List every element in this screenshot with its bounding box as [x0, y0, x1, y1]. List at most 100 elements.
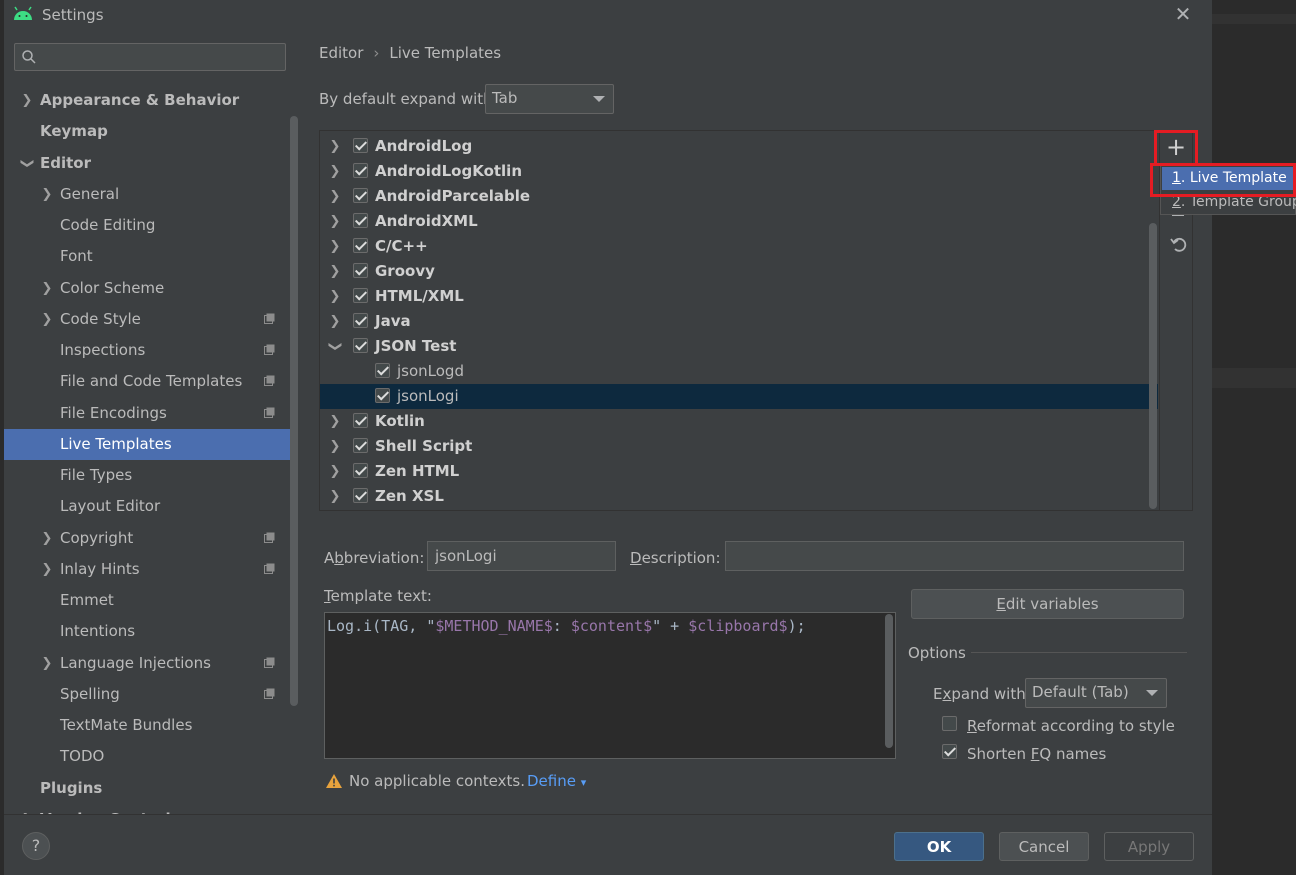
- sidebar-item-emmet[interactable]: Emmet: [4, 585, 298, 616]
- breadcrumb-parent[interactable]: Editor: [319, 44, 363, 62]
- group-checkbox[interactable]: [353, 263, 368, 278]
- chevron-right-icon[interactable]: ❯: [41, 304, 53, 335]
- template-group-zen-xsl[interactable]: ❯ Zen XSL: [320, 484, 1158, 509]
- template-group-cpp[interactable]: ❯ C/C++: [320, 234, 1158, 259]
- chevron-right-icon[interactable]: ❯: [328, 259, 342, 284]
- sidebar-scrollbar[interactable]: [290, 116, 298, 706]
- chevron-right-icon[interactable]: ❯: [328, 184, 342, 209]
- templates-scrollbar[interactable]: [1149, 223, 1157, 509]
- template-group-java[interactable]: ❯ Java: [320, 309, 1158, 334]
- template-expand-with-select[interactable]: Default (Tab): [1025, 678, 1167, 708]
- sidebar-item-plugins[interactable]: Plugins: [4, 773, 298, 804]
- chevron-right-icon[interactable]: ❯: [41, 179, 53, 210]
- template-group-zen-html[interactable]: ❯ Zen HTML: [320, 459, 1158, 484]
- group-checkbox[interactable]: [353, 188, 368, 203]
- chevron-right-icon[interactable]: ❯: [328, 284, 342, 309]
- chevron-down-icon[interactable]: ❯: [12, 158, 43, 170]
- project-scope-icon: [264, 688, 275, 699]
- chevron-right-icon[interactable]: ❯: [328, 309, 342, 334]
- template-group-groovy[interactable]: ❯ Groovy: [320, 259, 1158, 284]
- edit-variables-button[interactable]: Edit variables: [911, 589, 1184, 619]
- sidebar-item-inlay-hints[interactable]: ❯ Inlay Hints: [4, 554, 298, 585]
- template-checkbox[interactable]: [375, 388, 390, 403]
- sidebar-item-spelling[interactable]: Spelling: [4, 679, 298, 710]
- chevron-right-icon[interactable]: ❯: [41, 273, 53, 304]
- sidebar-item-file-encodings[interactable]: File Encodings: [4, 398, 298, 429]
- help-button[interactable]: ?: [22, 832, 50, 860]
- chevron-right-icon[interactable]: ❯: [328, 159, 342, 184]
- chevron-right-icon[interactable]: ❯: [328, 459, 342, 484]
- group-checkbox[interactable]: [353, 138, 368, 153]
- sidebar-item-editor[interactable]: ❯ Editor: [4, 148, 298, 179]
- group-checkbox[interactable]: [353, 288, 368, 303]
- undo-icon[interactable]: [1169, 234, 1189, 254]
- template-checkbox[interactable]: [375, 363, 390, 378]
- template-group-kotlin[interactable]: ❯ Kotlin: [320, 409, 1158, 434]
- chevron-right-icon[interactable]: ❯: [41, 523, 53, 554]
- add-button[interactable]: +: [1154, 130, 1198, 166]
- sidebar-item-code-style[interactable]: ❯ Code Style: [4, 304, 298, 335]
- templates-list: ❯ AndroidLog ❯ AndroidLogKotlin ❯ AndroidPa…: [320, 131, 1158, 510]
- search-input[interactable]: [45, 47, 279, 69]
- sidebar-item-copyright[interactable]: ❯ Copyright: [4, 523, 298, 554]
- chevron-right-icon[interactable]: ❯: [328, 434, 342, 459]
- chevron-right-icon[interactable]: ❯: [328, 209, 342, 234]
- shorten-fq-checkbox[interactable]: [942, 744, 957, 759]
- template-group-html-xml[interactable]: ❯ HTML/XML: [320, 284, 1158, 309]
- template-group-androidparcelable[interactable]: ❯ AndroidParcelable: [320, 184, 1158, 209]
- apply-button[interactable]: Apply: [1104, 832, 1194, 861]
- sidebar-item-live-templates[interactable]: Live Templates: [4, 429, 298, 460]
- group-checkbox[interactable]: [353, 438, 368, 453]
- group-checkbox[interactable]: [353, 463, 368, 478]
- sidebar-item-code-editing[interactable]: Code Editing: [4, 210, 298, 241]
- sidebar-item-appearance-behavior[interactable]: ❯ Appearance & Behavior: [4, 85, 298, 116]
- sidebar-item-keymap[interactable]: Keymap: [4, 116, 298, 147]
- cancel-button[interactable]: Cancel: [999, 832, 1089, 861]
- template-group-androidxml[interactable]: ❯ AndroidXML: [320, 209, 1158, 234]
- ok-button[interactable]: OK: [894, 832, 984, 861]
- define-link[interactable]: Define ▾: [527, 772, 586, 790]
- template-group-shell-script[interactable]: ❯ Shell Script: [320, 434, 1158, 459]
- group-checkbox[interactable]: [353, 313, 368, 328]
- group-checkbox[interactable]: [353, 163, 368, 178]
- sidebar-item-version-control[interactable]: ❯ Version Control: [4, 804, 298, 814]
- close-icon[interactable]: ✕: [1172, 3, 1194, 25]
- template-text-scrollbar[interactable]: [885, 614, 893, 748]
- template-group-androidlogkotlin[interactable]: ❯ AndroidLogKotlin: [320, 159, 1158, 184]
- chevron-right-icon[interactable]: ❯: [328, 134, 342, 159]
- sidebar-item-font[interactable]: Font: [4, 241, 298, 272]
- sidebar-item-textmate-bundles[interactable]: TextMate Bundles: [4, 710, 298, 741]
- chevron-down-icon[interactable]: ❯: [323, 340, 348, 354]
- sidebar-item-intentions[interactable]: Intentions: [4, 616, 298, 647]
- search-box[interactable]: [14, 43, 286, 71]
- template-item-jsonlogi[interactable]: jsonLogi: [320, 384, 1158, 409]
- sidebar-item-inspections[interactable]: Inspections: [4, 335, 298, 366]
- chevron-right-icon[interactable]: ❯: [41, 554, 53, 585]
- reformat-checkbox[interactable]: [942, 716, 957, 731]
- chevron-right-icon[interactable]: ❯: [21, 85, 33, 116]
- sidebar-item-file-and-code-templates[interactable]: File and Code Templates: [4, 366, 298, 397]
- chevron-right-icon[interactable]: ❯: [328, 484, 342, 509]
- group-checkbox[interactable]: [353, 213, 368, 228]
- sidebar-item-todo[interactable]: TODO: [4, 741, 298, 772]
- chevron-right-icon[interactable]: ❯: [328, 234, 342, 259]
- sidebar-item-layout-editor[interactable]: Layout Editor: [4, 491, 298, 522]
- template-group-json-test[interactable]: ❯ JSON Test: [320, 334, 1158, 359]
- group-checkbox[interactable]: [353, 413, 368, 428]
- group-checkbox[interactable]: [353, 238, 368, 253]
- group-checkbox[interactable]: [353, 338, 368, 353]
- expand-with-select[interactable]: Tab: [485, 84, 614, 114]
- abbreviation-input[interactable]: [427, 541, 616, 571]
- sidebar-item-file-types[interactable]: File Types: [4, 460, 298, 491]
- template-text-editor[interactable]: Log.i(TAG, "$METHOD_NAME$: $content$" + …: [324, 612, 896, 759]
- sidebar-item-general[interactable]: ❯ General: [4, 179, 298, 210]
- description-input[interactable]: [725, 541, 1184, 571]
- template-item-jsonlogd[interactable]: jsonLogd: [320, 359, 1158, 384]
- group-checkbox[interactable]: [353, 488, 368, 503]
- chevron-right-icon[interactable]: ❯: [41, 648, 53, 679]
- sidebar-item-color-scheme[interactable]: ❯ Color Scheme: [4, 273, 298, 304]
- chevron-right-icon[interactable]: ❯: [21, 804, 33, 814]
- chevron-right-icon[interactable]: ❯: [328, 409, 342, 434]
- sidebar-item-language-injections[interactable]: ❯ Language Injections: [4, 648, 298, 679]
- template-group-androidlog[interactable]: ❯ AndroidLog: [320, 134, 1158, 159]
